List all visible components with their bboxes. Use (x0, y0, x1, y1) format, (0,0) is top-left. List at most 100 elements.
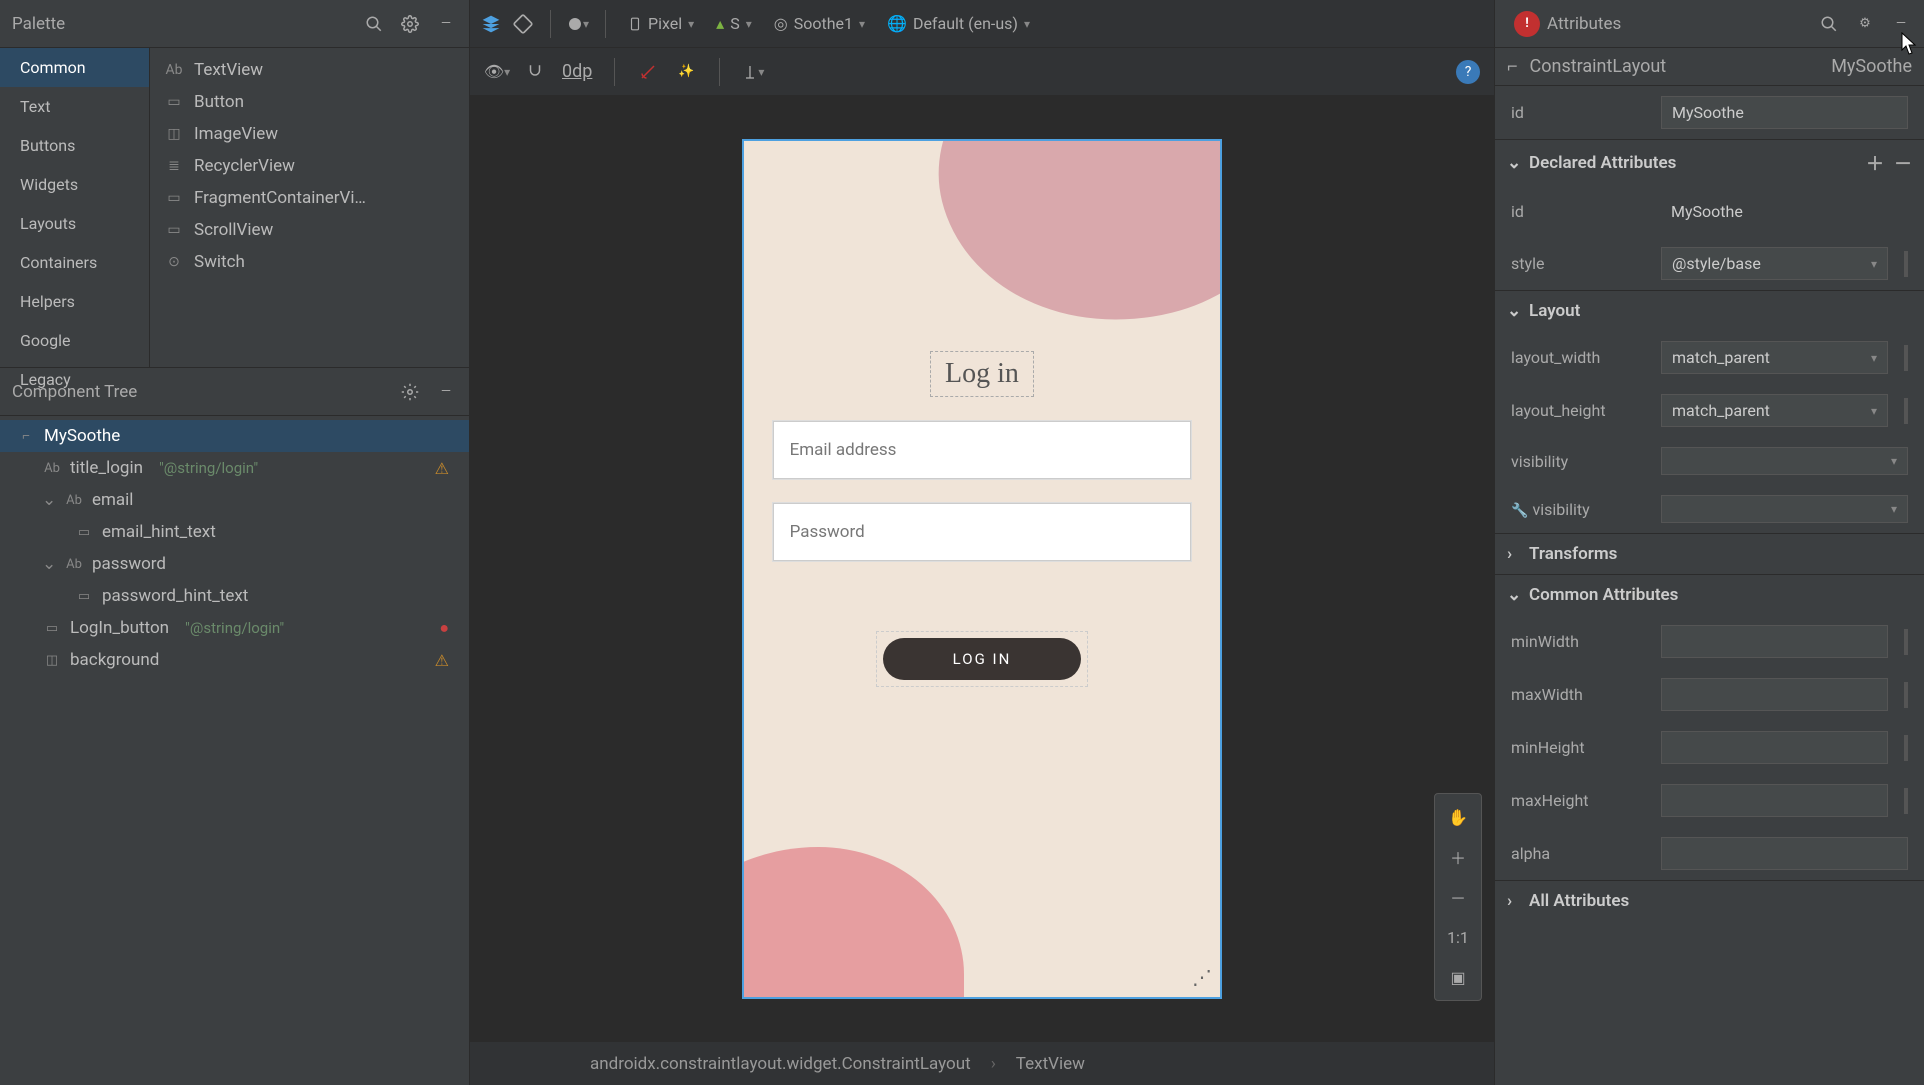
attr-visibility-select[interactable]: ▾ (1661, 447, 1908, 475)
tree-node[interactable]: ◫background⚠ (0, 644, 469, 676)
breadcrumb-item[interactable]: TextView (1016, 1054, 1085, 1074)
palette-category[interactable]: Google (0, 321, 149, 360)
search-icon[interactable] (363, 13, 385, 35)
palette-category[interactable]: Layouts (0, 204, 149, 243)
night-mode-icon[interactable]: ▾ (567, 13, 589, 35)
warnings-button[interactable]: ! (1507, 11, 1547, 37)
help-icon[interactable]: ? (1456, 60, 1480, 84)
gear-icon[interactable] (399, 381, 421, 403)
attr-row-layout-height: layout_height match_parent▾ (1495, 384, 1924, 437)
tree-node[interactable]: ⌐MySoothe (0, 420, 469, 452)
palette-category[interactable]: Widgets (0, 165, 149, 204)
palette-item[interactable]: ◫ImageView (150, 118, 469, 150)
search-icon[interactable] (1818, 13, 1840, 35)
tree-node[interactable]: ⌄Abpassword (0, 548, 469, 580)
device-preview[interactable]: Log in Email address Password LOG IN ⋰ (742, 139, 1222, 999)
locale-dropdown[interactable]: 🌐Default (en-us)▾ (881, 10, 1036, 37)
tree-node[interactable]: ▭email_hint_text (0, 516, 469, 548)
tree-node[interactable]: ⌄Abemail (0, 484, 469, 516)
resource-picker-icon[interactable] (1904, 345, 1908, 371)
breadcrumb-item[interactable]: androidx.constraintlayout.widget.Constra… (590, 1054, 971, 1074)
orientation-icon[interactable] (512, 13, 534, 35)
login-button[interactable]: LOG IN (883, 638, 1082, 680)
device-dropdown[interactable]: Pixel▾ (622, 10, 700, 38)
minimize-icon[interactable]: — (435, 381, 457, 403)
palette-category[interactable]: Helpers (0, 282, 149, 321)
fit-screen-icon[interactable]: ▣ (1443, 962, 1473, 992)
attr-maxheight-input[interactable] (1661, 784, 1888, 817)
api-dropdown[interactable]: ▴S▾ (710, 10, 758, 37)
attr-label: style (1511, 254, 1651, 273)
palette-item[interactable]: AbTextView (150, 54, 469, 86)
magnet-icon[interactable] (524, 61, 546, 83)
clear-constraints-icon[interactable] (637, 61, 659, 83)
palette-item[interactable]: ▭FragmentContainerVi… (150, 182, 469, 214)
attr-layout-height-select[interactable]: match_parent▾ (1661, 394, 1888, 427)
attr-alpha-input[interactable] (1661, 837, 1908, 870)
palette-item-label: Switch (194, 252, 245, 272)
resource-picker-icon[interactable] (1904, 788, 1908, 814)
palette-item[interactable]: ▭ScrollView (150, 214, 469, 246)
zoom-in-icon[interactable]: ＋ (1443, 842, 1473, 872)
chevron-down-icon[interactable]: ⌄ (42, 554, 56, 574)
zoom-ratio[interactable]: 1:1 (1443, 922, 1473, 952)
add-attribute-icon[interactable]: ＋ (1866, 150, 1884, 176)
palette-category[interactable]: Text (0, 87, 149, 126)
tree-node[interactable]: Abtitle_login"@string/login"⚠ (0, 452, 469, 484)
canvas-area[interactable]: ▼ Log in Email address Password LOG IN ⋰… (470, 96, 1494, 1041)
chevron-down-icon[interactable]: ⌄ (42, 490, 56, 510)
view-options-icon[interactable]: 👁▾ (486, 61, 508, 83)
palette-item[interactable]: ⊙Switch (150, 246, 469, 278)
palette-item-label: RecyclerView (194, 156, 295, 176)
palette-category[interactable]: Common (0, 48, 149, 87)
gear-icon[interactable] (399, 13, 421, 35)
attr-tools-visibility-select[interactable]: ▾ (1661, 495, 1908, 523)
tree-node[interactable]: ▭password_hint_text (0, 580, 469, 612)
palette-items: AbTextView▭Button◫ImageView ≣ RecyclerView… (150, 48, 469, 367)
tree-node[interactable]: ▭LogIn_button"@string/login"● (0, 612, 469, 644)
node-type-icon: ▭ (42, 621, 62, 636)
palette-category[interactable]: Buttons (0, 126, 149, 165)
attr-minheight-input[interactable] (1661, 731, 1888, 764)
section-layout[interactable]: ⌄ Layout (1495, 290, 1924, 331)
infer-constraints-icon[interactable]: ✨ (675, 61, 697, 83)
palette-category[interactable]: Containers (0, 243, 149, 282)
widget-icon: ≣ (164, 157, 184, 175)
resource-picker-icon[interactable] (1904, 682, 1908, 708)
section-transforms[interactable]: › Transforms (1495, 533, 1924, 574)
attr-style-select[interactable]: @style/base▾ (1661, 247, 1888, 280)
resource-picker-icon[interactable] (1904, 629, 1908, 655)
warning-icon[interactable]: ⚠ (435, 651, 449, 670)
warning-icon[interactable]: ⚠ (435, 459, 449, 478)
attr-minwidth-input[interactable] (1661, 625, 1888, 658)
widget-icon: ▭ (164, 221, 184, 239)
palette-item[interactable]: ▭Button (150, 86, 469, 118)
pan-icon[interactable]: ✋ (1443, 802, 1473, 832)
remove-attribute-icon[interactable]: － (1894, 150, 1912, 176)
attr-maxwidth-input[interactable] (1661, 678, 1888, 711)
section-common-attributes[interactable]: ⌄ Common Attributes (1495, 574, 1924, 615)
palette-title: Palette (12, 14, 363, 34)
gear-icon[interactable]: ⚙ (1854, 13, 1876, 35)
guidelines-icon[interactable]: ▾ (742, 61, 764, 83)
resize-handle-icon[interactable]: ⋰ (1192, 965, 1212, 989)
login-title[interactable]: Log in (930, 351, 1034, 397)
email-field[interactable]: Email address (773, 421, 1192, 479)
section-declared-attributes[interactable]: ⌄ Declared Attributes ＋ － (1495, 139, 1924, 186)
attr-value[interactable]: MySoothe (1661, 196, 1908, 227)
selected-component-header: ⌐ ConstraintLayout MySoothe (1495, 48, 1924, 86)
default-margin[interactable]: 0dp (562, 61, 592, 82)
attr-layout-width-select[interactable]: match_parent▾ (1661, 341, 1888, 374)
layers-icon[interactable] (480, 13, 502, 35)
resource-picker-icon[interactable] (1904, 251, 1908, 277)
section-all-attributes[interactable]: › All Attributes (1495, 880, 1924, 921)
attr-id-input[interactable] (1661, 96, 1908, 129)
resource-picker-icon[interactable] (1904, 398, 1908, 424)
resource-picker-icon[interactable] (1904, 735, 1908, 761)
palette-item[interactable]: ≣ RecyclerView (150, 150, 469, 182)
error-icon[interactable]: ● (439, 618, 449, 638)
password-field[interactable]: Password (773, 503, 1192, 561)
theme-dropdown[interactable]: ◎Soothe1▾ (768, 10, 871, 37)
minimize-icon[interactable]: — (435, 13, 457, 35)
zoom-out-icon[interactable]: － (1443, 882, 1473, 912)
